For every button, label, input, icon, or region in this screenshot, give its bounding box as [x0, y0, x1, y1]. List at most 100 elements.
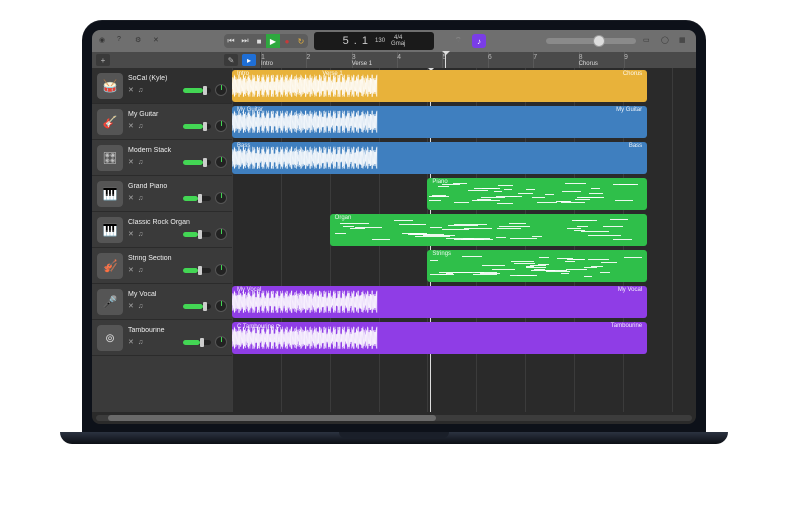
scrollbar-thumb[interactable]	[108, 415, 436, 421]
track-lane[interactable]: BassBass	[232, 140, 696, 176]
headphone-icon[interactable]: ♫	[138, 195, 143, 202]
track-header[interactable]: 🎹 Classic Rock Organ ✕ ♫	[92, 212, 232, 248]
arrangement-marker[interactable]: Verse 1	[352, 61, 372, 67]
track-lane[interactable]: My VocalMy Vocal	[232, 284, 696, 320]
master-volume-knob[interactable]	[593, 35, 605, 47]
track-header[interactable]: ⊚ Tambourine ✕ ♫	[92, 320, 232, 356]
mute-button[interactable]: ✕	[128, 338, 134, 346]
play-button[interactable]: ▶	[266, 34, 280, 48]
countin-button[interactable]: ♪	[472, 34, 486, 48]
media-icon[interactable]: ▦	[678, 35, 690, 47]
bar-ruler[interactable]: 123456789IntroVerse 1Chorus	[260, 52, 692, 68]
track-lane[interactable]: My GuitarMy Guitar	[232, 104, 696, 140]
strings-icon: 🎻	[97, 253, 123, 279]
region[interactable]: BassBass	[232, 142, 647, 174]
track-header[interactable]: 🎛 Modern Stack ✕ ♫	[92, 140, 232, 176]
horizontal-scrollbar[interactable]	[92, 412, 696, 424]
track-name: Classic Rock Organ	[128, 219, 227, 226]
track-header[interactable]: 🎤 My Vocal ✕ ♫	[92, 284, 232, 320]
volume-fader[interactable]	[183, 268, 211, 273]
forward-button[interactable]: ⏭	[238, 34, 252, 48]
pan-knob[interactable]	[215, 84, 227, 96]
pan-knob[interactable]	[215, 264, 227, 276]
cycle-button[interactable]: ↻	[294, 34, 308, 48]
headphone-icon[interactable]: ♫	[138, 267, 143, 274]
arrangement-marker[interactable]: Intro	[261, 61, 273, 67]
track-header[interactable]: 🎹 Grand Piano ✕ ♫	[92, 176, 232, 212]
pan-knob[interactable]	[215, 336, 227, 348]
catch-playhead-toggle[interactable]: ▸	[242, 54, 256, 66]
track-header[interactable]: 🎻 String Section ✕ ♫	[92, 248, 232, 284]
headphone-icon[interactable]: ♫	[138, 87, 143, 94]
region[interactable]: My GuitarMy Guitar	[232, 106, 647, 138]
drums-icon: 🥁	[97, 73, 123, 99]
piano-icon: 🎹	[97, 181, 123, 207]
region[interactable]: IntroVerse 1Chorus	[232, 70, 647, 102]
track-lane[interactable]: C Tambourine ⟳Tambourine	[232, 320, 696, 356]
volume-fader[interactable]	[183, 340, 211, 345]
notepad-icon[interactable]: ▭	[642, 35, 654, 47]
volume-fader[interactable]	[183, 232, 211, 237]
region-label: Organ	[332, 215, 355, 221]
automation-toggle[interactable]: ✎	[224, 54, 238, 66]
arrange-area[interactable]: IntroVerse 1Chorus My GuitarMy Guitar Bass…	[232, 68, 696, 412]
region[interactable]: Strings	[427, 250, 647, 282]
track-lane[interactable]: IntroVerse 1Chorus	[232, 68, 696, 104]
region-label: My Vocal	[615, 287, 645, 293]
mute-button[interactable]: ✕	[128, 230, 134, 238]
playhead[interactable]	[445, 52, 446, 68]
mute-button[interactable]: ✕	[128, 158, 134, 166]
headphone-icon[interactable]: ♫	[138, 303, 143, 310]
volume-fader[interactable]	[183, 196, 211, 201]
tuner-icon[interactable]: ⌔	[454, 35, 466, 47]
stop-button[interactable]: ■	[252, 34, 266, 48]
region[interactable]: Organ	[330, 214, 647, 246]
headphone-icon[interactable]: ♫	[138, 339, 143, 346]
lcd-key: Gmaj	[391, 41, 405, 47]
mute-button[interactable]: ✕	[128, 302, 134, 310]
quickhelp-icon[interactable]: ?	[116, 35, 128, 47]
lcd-tempo: 130	[375, 38, 385, 44]
track-lane[interactable]: Piano	[232, 176, 696, 212]
toolbar: ◉ ? ⚙ ✕ ⏮ ⏭ ■ ▶ ● ↻ 5 . 1 130 4/4 Gmaj	[92, 30, 696, 52]
track-lane[interactable]: Strings	[232, 248, 696, 284]
pan-knob[interactable]	[215, 120, 227, 132]
track-header[interactable]: 🥁 SoCal (Kyle) ✕ ♫	[92, 68, 232, 104]
track-name: My Guitar	[128, 111, 227, 118]
volume-fader[interactable]	[183, 124, 211, 129]
track-header[interactable]: 🎸 My Guitar ✕ ♫	[92, 104, 232, 140]
loops-icon[interactable]: ◯	[660, 35, 672, 47]
mute-button[interactable]: ✕	[128, 86, 134, 94]
mute-button[interactable]: ✕	[128, 266, 134, 274]
controls-icon[interactable]: ✕	[152, 35, 164, 47]
transport-controls: ⏮ ⏭ ■ ▶ ● ↻	[224, 34, 308, 48]
synth-icon: 🎛	[97, 145, 123, 171]
pan-knob[interactable]	[215, 156, 227, 168]
track-lane[interactable]: Organ	[232, 212, 696, 248]
headphone-icon[interactable]: ♫	[138, 231, 143, 238]
pan-knob[interactable]	[215, 228, 227, 240]
editors-icon[interactable]: ⚙	[134, 35, 146, 47]
headphone-icon[interactable]: ♫	[138, 159, 143, 166]
volume-fader[interactable]	[183, 160, 211, 165]
region[interactable]: C Tambourine ⟳Tambourine	[232, 322, 647, 354]
region[interactable]: My VocalMy Vocal	[232, 286, 647, 318]
record-button[interactable]: ●	[280, 34, 294, 48]
pan-knob[interactable]	[215, 192, 227, 204]
organ-icon: 🎹	[97, 217, 123, 243]
mute-button[interactable]: ✕	[128, 194, 134, 202]
laptop-frame: ◉ ? ⚙ ✕ ⏮ ⏭ ■ ▶ ● ↻ 5 . 1 130 4/4 Gmaj	[82, 20, 706, 438]
master-volume-slider[interactable]	[546, 38, 636, 44]
headphone-icon[interactable]: ♫	[138, 123, 143, 130]
add-track-button[interactable]: +	[96, 54, 110, 66]
library-icon[interactable]: ◉	[98, 35, 110, 47]
region[interactable]: Piano	[427, 178, 647, 210]
rewind-button[interactable]: ⏮	[224, 34, 238, 48]
arrangement-marker[interactable]: Chorus	[579, 61, 598, 67]
volume-fader[interactable]	[183, 304, 211, 309]
mute-button[interactable]: ✕	[128, 122, 134, 130]
main-area: 🥁 SoCal (Kyle) ✕ ♫ 🎸 My Guitar ✕ ♫	[92, 68, 696, 412]
lcd-display[interactable]: 5 . 1 130 4/4 Gmaj	[314, 32, 434, 50]
volume-fader[interactable]	[183, 88, 211, 93]
pan-knob[interactable]	[215, 300, 227, 312]
